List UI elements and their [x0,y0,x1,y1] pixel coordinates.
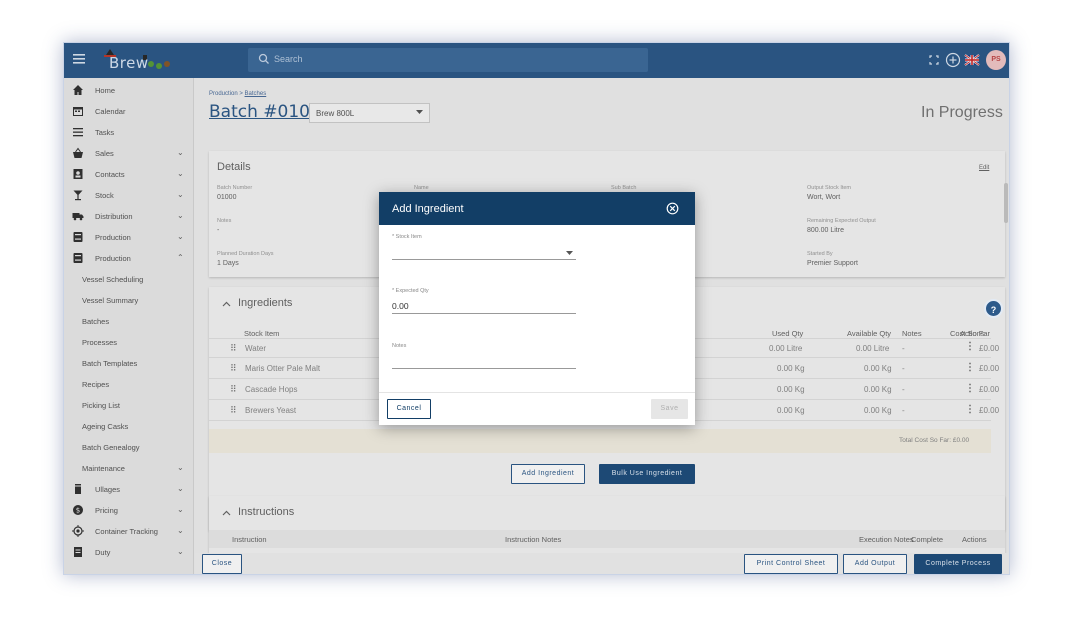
help-icon[interactable]: ? [984,299,1003,318]
more-icon[interactable]: ⋮ [965,404,975,415]
cancel-button[interactable]: Cancel [387,399,431,419]
app-window: Brew Search PS Home Calendar Tasks Sales… [63,42,1010,575]
caret-down-icon [566,251,573,255]
expected-qty-label: * Expected Qty [392,288,429,294]
expected-qty-input[interactable]: 0.00 [392,300,576,314]
save-button[interactable]: Save [651,399,688,419]
close-icon[interactable] [666,202,679,215]
dialog-footer: Cancel Save [379,392,695,425]
dialog-title: Add Ingredient [392,203,464,215]
more-icon[interactable]: ⋮ [965,341,975,352]
notes-input[interactable] [392,355,576,369]
more-icon[interactable]: ⋮ [965,362,975,373]
stock-item-label: * Stock Item [392,234,422,240]
dialog-header: Add Ingredient [379,192,695,225]
more-icon[interactable]: ⋮ [965,383,975,394]
notes-label: Notes [392,343,407,349]
stock-item-select[interactable] [392,246,576,260]
add-ingredient-dialog: Add Ingredient * Stock Item * Expected Q… [379,192,695,425]
col-actions: Actions [960,329,985,338]
